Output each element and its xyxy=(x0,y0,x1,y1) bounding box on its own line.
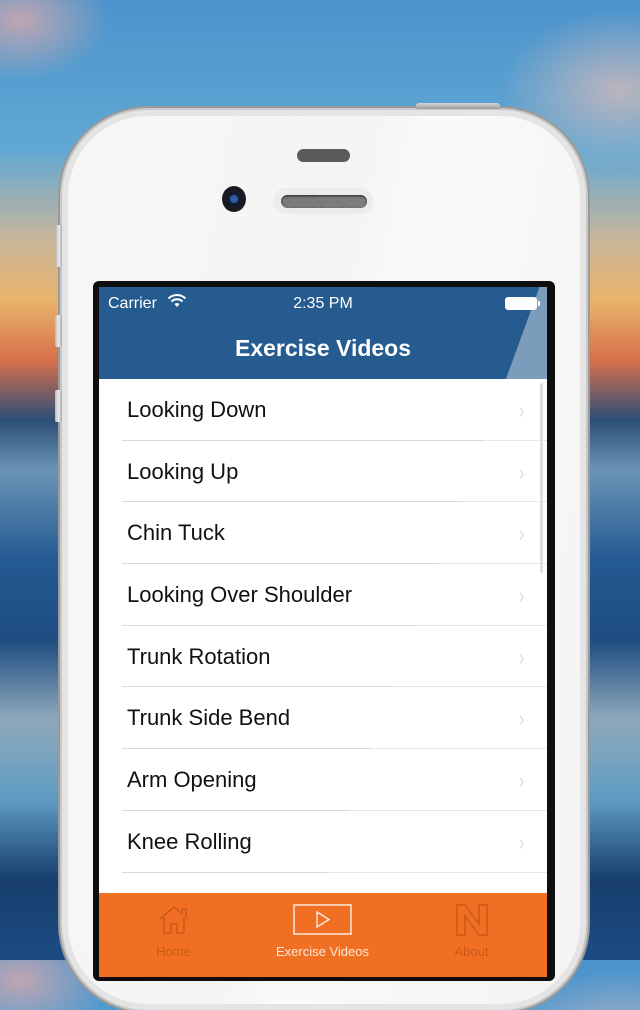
mute-switch xyxy=(56,225,62,267)
exercise-list: Looking Down › Looking Up › Chin Tuck › Lookin… xyxy=(99,379,547,934)
app-screen: Carrier 2:35 PM Exercise Videos Looking … xyxy=(99,287,547,977)
chevron-right-icon: › xyxy=(518,398,524,423)
n-logo-icon xyxy=(455,904,488,936)
tab-home[interactable]: Home xyxy=(99,893,248,977)
list-item[interactable]: Looking Over Shoulder › xyxy=(99,564,547,626)
chevron-right-icon: › xyxy=(518,459,524,485)
page-title: Exercise Videos xyxy=(234,335,412,361)
home-icon xyxy=(159,906,189,934)
chevron-right-icon: › xyxy=(518,521,524,547)
list-item-label: Knee Rolling xyxy=(127,828,252,854)
volume-up-button xyxy=(55,315,62,347)
list-item-label: Trunk Side Bend xyxy=(127,705,291,731)
tab-home-label: Home xyxy=(156,944,191,959)
chevron-right-icon: › xyxy=(518,644,524,670)
list-item-label: Looking Down xyxy=(127,397,267,422)
tab-exercise-videos[interactable]: Exercise Videos xyxy=(248,893,397,977)
list-item-label: Looking Up xyxy=(127,458,239,484)
list-item[interactable]: Looking Down › xyxy=(99,379,547,441)
chevron-right-icon: › xyxy=(518,829,524,855)
list-item-label: Trunk Rotation xyxy=(127,643,271,669)
list-item-label: Chin Tuck xyxy=(127,520,225,546)
battery-full-icon xyxy=(505,297,540,310)
clock: 2:35 PM xyxy=(293,295,353,312)
scrollbar[interactable] xyxy=(540,383,543,573)
list-item[interactable]: Looking Up › xyxy=(99,441,547,503)
tab-about[interactable]: About xyxy=(397,893,546,977)
power-button xyxy=(416,103,500,109)
list-item-label: Looking Over Shoulder xyxy=(127,582,353,608)
list-item[interactable]: Trunk Rotation › xyxy=(99,626,547,688)
chevron-right-icon: › xyxy=(518,706,524,732)
list-item[interactable]: Chin Tuck › xyxy=(99,502,547,565)
tab-bar: Home Exercise Videos About xyxy=(99,893,547,977)
front-camera-icon xyxy=(222,186,246,212)
chevron-right-icon: › xyxy=(518,768,524,794)
list-item[interactable]: Knee Rolling › xyxy=(99,811,547,873)
list-item-label: Arm Opening xyxy=(127,767,257,793)
tab-exercise-videos-label: Exercise Videos xyxy=(276,944,369,959)
play-video-icon xyxy=(292,904,352,935)
volume-down-button xyxy=(55,390,62,422)
speaker-grill xyxy=(281,195,367,208)
tab-about-label: About xyxy=(454,944,489,959)
list-item[interactable]: Arm Opening › xyxy=(99,749,547,811)
earpiece-speaker xyxy=(273,188,373,214)
navigation-bar: Carrier 2:35 PM Exercise Videos xyxy=(99,287,547,379)
proximity-sensor xyxy=(297,149,350,162)
status-bar: Carrier 2:35 PM xyxy=(99,287,547,319)
chevron-right-icon: › xyxy=(518,583,524,609)
list-item[interactable]: Trunk Side Bend › xyxy=(99,687,547,750)
